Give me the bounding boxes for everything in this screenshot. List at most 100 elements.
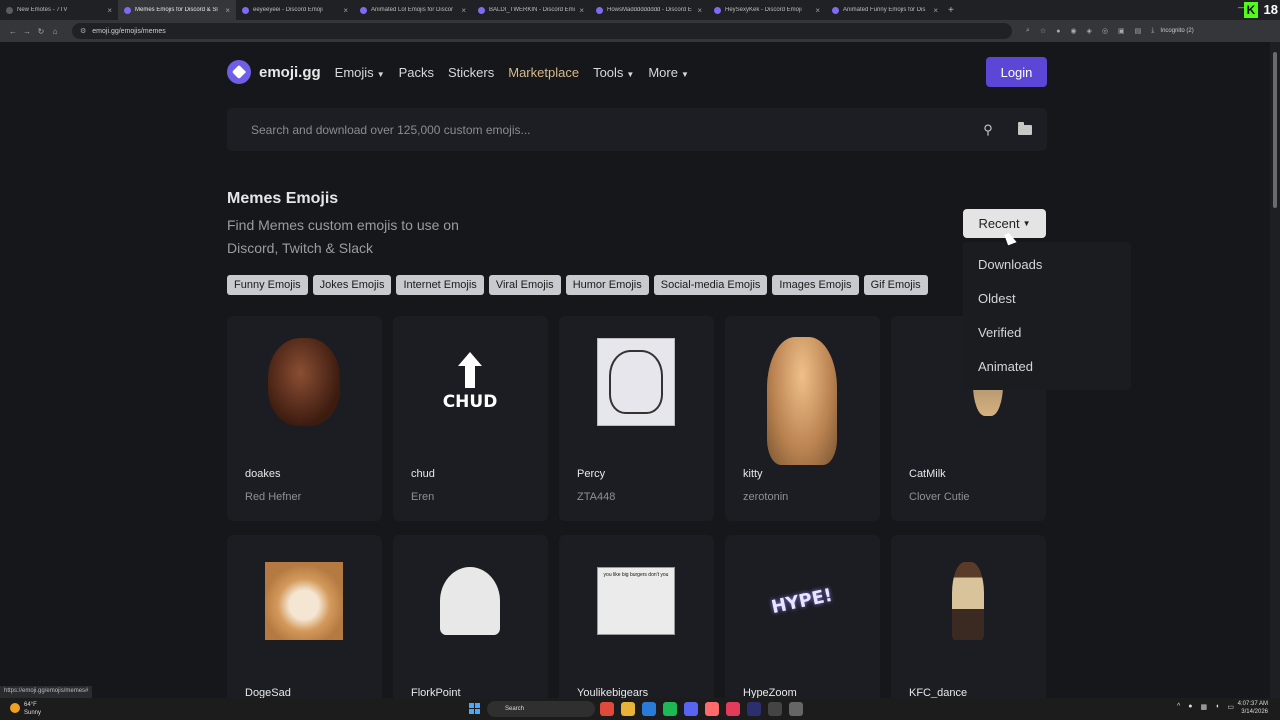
nav-emojis[interactable]: Emojis ▼	[335, 65, 385, 80]
photoshop-icon[interactable]	[747, 702, 761, 716]
bookmark-star-icon[interactable]: ☆	[1040, 27, 1046, 35]
emoji-author[interactable]: Red Hefner	[245, 491, 301, 503]
emoji-card[interactable]: Percy ZTA448	[559, 316, 714, 521]
tab-close-icon[interactable]: ×	[697, 6, 702, 15]
zoom-icon[interactable]: ⌕	[1026, 27, 1030, 35]
sidebar-icon[interactable]: ▤	[1135, 27, 1142, 35]
browser-tab[interactable]: Animated Funny Emojis for Dis ×	[826, 0, 944, 20]
tag-chip[interactable]: Viral Emojis	[488, 275, 561, 295]
battery-icon[interactable]: ▭	[1227, 703, 1234, 711]
emoji-card[interactable]: you like big burgers don't you Youlikebig…	[559, 535, 714, 698]
emoji-name[interactable]: FlorkPoint	[411, 687, 461, 698]
emoji-name[interactable]: KFC_dance	[909, 687, 967, 698]
login-button[interactable]: Login	[986, 57, 1047, 87]
search-bar[interactable]: Search and download over 125,000 custom …	[227, 108, 1047, 151]
site-info-icon[interactable]: ⚙	[80, 27, 86, 35]
weather-widget[interactable]: 64°F Sunny	[10, 701, 41, 717]
search-icon[interactable]: ⚲	[978, 122, 998, 138]
browser-tab[interactable]: HeySexyKek - Discord Emoji ×	[708, 0, 826, 20]
new-tab-icon[interactable]: +	[948, 5, 954, 16]
sort-option[interactable]: Animated	[963, 356, 1131, 390]
emoji-card[interactable]: DogeSad	[227, 535, 382, 698]
home-icon[interactable]: ⌂	[48, 27, 62, 36]
tag-chip[interactable]: Gif Emojis	[863, 275, 928, 295]
discord-icon[interactable]	[684, 702, 698, 716]
tag-chip[interactable]: Social-media Emojis	[653, 275, 768, 295]
tab-close-icon[interactable]: ×	[225, 6, 230, 15]
emoji-name[interactable]: HypeZoom	[743, 687, 797, 698]
forward-icon[interactable]: →	[20, 27, 34, 36]
browser-tab[interactable]: eeyeeyeei - Discord Emoji ×	[236, 0, 354, 20]
emoji-name[interactable]: CatMilk	[909, 468, 946, 480]
edge-icon[interactable]	[642, 702, 656, 716]
folder-icon[interactable]	[1018, 121, 1032, 135]
file-explorer-icon[interactable]	[621, 702, 635, 716]
incognito-label[interactable]: Incognito (2)	[1160, 28, 1193, 34]
tab-close-icon[interactable]: ×	[461, 6, 466, 15]
emoji-gg-logo-icon[interactable]	[227, 60, 251, 84]
app-icon[interactable]	[768, 702, 782, 716]
tag-chip[interactable]: Humor Emojis	[565, 275, 649, 295]
taskbar-search[interactable]: Search	[487, 701, 595, 717]
reload-icon[interactable]: ↻	[34, 27, 48, 36]
tray-chevron-icon[interactable]: ^	[1177, 703, 1180, 711]
sort-option[interactable]: Oldest	[963, 288, 1131, 322]
emoji-card[interactable]: kitty zerotonin	[725, 316, 880, 521]
browser-tab[interactable]: Animated Lol Emojis for Discor ×	[354, 0, 472, 20]
emoji-author[interactable]: Clover Cutie	[909, 491, 970, 503]
tab-close-icon[interactable]: ×	[815, 6, 820, 15]
download-icon[interactable]: ⤓	[1151, 27, 1154, 35]
mic-icon[interactable]: ●	[1188, 703, 1192, 711]
app-icon[interactable]	[726, 702, 740, 716]
emoji-card[interactable]: CHUD chud Eren	[393, 316, 548, 521]
tag-chip[interactable]: Internet Emojis	[396, 275, 484, 295]
emoji-card[interactable]: doakes Red Hefner	[227, 316, 382, 521]
emoji-author[interactable]: ZTA448	[577, 491, 615, 503]
tab-close-icon[interactable]: ×	[579, 6, 584, 15]
nav-stickers[interactable]: Stickers	[448, 65, 494, 80]
search-input[interactable]: Search and download over 125,000 custom …	[251, 123, 978, 137]
browser-tab[interactable]: Memes Emojis for Discord & Sl ×	[118, 0, 236, 20]
emoji-author[interactable]: zerotonin	[743, 491, 788, 503]
scrollbar-thumb[interactable]	[1273, 52, 1277, 208]
app-icon[interactable]	[705, 702, 719, 716]
sort-option[interactable]: Verified	[963, 322, 1131, 356]
tag-chip[interactable]: Jokes Emojis	[312, 275, 392, 295]
emoji-name[interactable]: Youlikebigears	[577, 687, 648, 698]
volume-icon[interactable]: ◖	[1215, 703, 1219, 711]
extension-icon[interactable]: ◉	[1070, 27, 1076, 35]
tag-chip[interactable]: Images Emojis	[772, 275, 859, 295]
emoji-card[interactable]: KFC_dance	[891, 535, 1046, 698]
browser-tab[interactable]: BALDI_TWERKIN - Discord Emo ×	[472, 0, 590, 20]
tag-chip[interactable]: Funny Emojis	[227, 275, 308, 295]
taskbar-clock[interactable]: 4:07:37 AM 3/14/2026	[1238, 700, 1268, 716]
back-icon[interactable]: ←	[6, 27, 20, 36]
tab-close-icon[interactable]: ×	[107, 6, 112, 15]
nav-marketplace[interactable]: Marketplace	[508, 65, 579, 80]
browser-tab[interactable]: New Emotes - 7TV ×	[0, 0, 118, 20]
emoji-name[interactable]: kitty	[743, 468, 763, 480]
emoji-name[interactable]: doakes	[245, 468, 280, 480]
sort-option[interactable]: Downloads	[963, 254, 1131, 288]
emoji-name[interactable]: DogeSad	[245, 687, 291, 698]
nav-tools[interactable]: Tools ▼	[593, 65, 634, 80]
browser-tab[interactable]: HowsMaddddddddd - Discord E ×	[590, 0, 708, 20]
spotify-icon[interactable]	[663, 702, 677, 716]
chrome-icon[interactable]	[600, 702, 614, 716]
emoji-author[interactable]: Eren	[411, 491, 434, 503]
emoji-card[interactable]: HYPE! HypeZoom	[725, 535, 880, 698]
extension-icon[interactable]: ◎	[1102, 27, 1108, 35]
tab-close-icon[interactable]: ×	[343, 6, 348, 15]
app-icon[interactable]	[789, 702, 803, 716]
emoji-card[interactable]: FlorkPoint	[393, 535, 548, 698]
nav-more[interactable]: More ▼	[648, 65, 689, 80]
emoji-name[interactable]: chud	[411, 468, 435, 480]
extension-icon[interactable]: ◈	[1087, 27, 1092, 35]
extension-icon[interactable]: ●	[1056, 28, 1060, 35]
nav-packs[interactable]: Packs	[399, 65, 434, 80]
network-icon[interactable]: ▦	[1201, 703, 1208, 711]
puzzle-icon[interactable]: ▣	[1118, 27, 1125, 35]
emoji-name[interactable]: Percy	[577, 468, 605, 480]
tab-close-icon[interactable]: ×	[933, 6, 938, 15]
page-scrollbar[interactable]	[1270, 42, 1280, 698]
